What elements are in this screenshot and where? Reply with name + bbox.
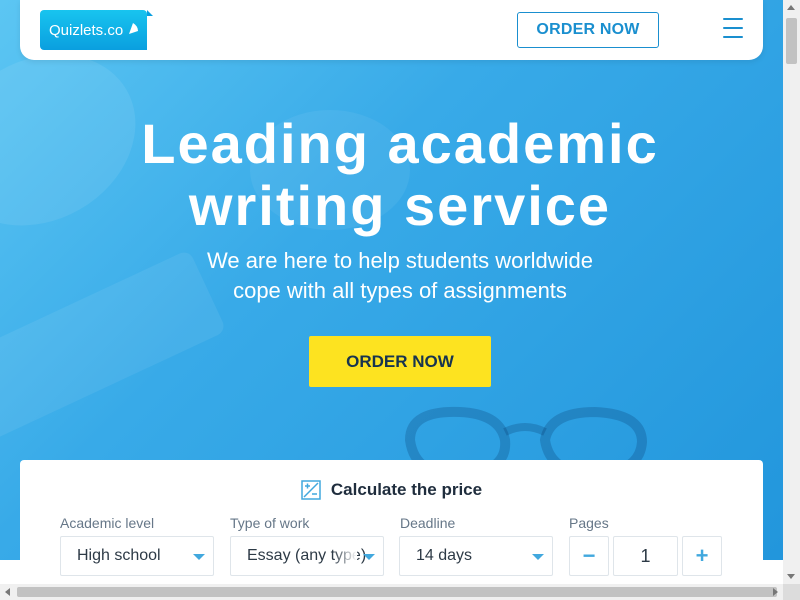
scrollbar-corner: [783, 584, 800, 600]
top-navbar: Quizlets.co ORDER NOW: [20, 0, 763, 60]
pages-decrement-button[interactable]: −: [569, 536, 609, 576]
calculator-header: Calculate the price: [20, 480, 763, 500]
calculator-icon: [301, 480, 321, 500]
hero-subtitle: We are here to help students worldwide c…: [206, 248, 594, 303]
scroll-up-icon[interactable]: [787, 5, 795, 10]
hero-order-now-button[interactable]: ORDER NOW: [309, 336, 491, 387]
chevron-down-icon: [363, 554, 375, 560]
horizontal-scrollbar[interactable]: [0, 584, 800, 600]
type-of-work-label: Type of work: [230, 515, 310, 531]
chevron-down-icon: [193, 554, 205, 560]
scroll-left-icon[interactable]: [5, 588, 10, 596]
scroll-down-icon[interactable]: [787, 574, 795, 579]
logo-bell-icon: [129, 23, 138, 34]
header-order-now-button[interactable]: ORDER NOW: [517, 12, 659, 48]
hamburger-menu-icon[interactable]: [723, 18, 743, 40]
hero-title: Leading academic writing service: [141, 112, 659, 237]
site-logo[interactable]: Quizlets.co: [40, 10, 153, 50]
academic-level-label: Academic level: [60, 515, 155, 531]
deadline-select[interactable]: 14 days: [399, 536, 553, 576]
calculator-title: Calculate the price: [330, 480, 483, 499]
vertical-scroll-thumb[interactable]: [786, 18, 797, 64]
pages-label: Pages: [569, 515, 609, 531]
pages-input[interactable]: 1: [613, 536, 678, 576]
deadline-label: Deadline: [400, 515, 456, 531]
vertical-scrollbar[interactable]: [783, 0, 800, 584]
chevron-down-icon: [532, 554, 544, 560]
price-calculator: Calculate the price Academic level High …: [20, 460, 763, 590]
pages-increment-button[interactable]: +: [682, 536, 722, 576]
scroll-right-icon[interactable]: [773, 588, 778, 596]
academic-level-select[interactable]: High school: [60, 536, 214, 576]
horizontal-scroll-thumb[interactable]: [17, 587, 777, 597]
type-of-work-select[interactable]: Essay (any type): [230, 536, 384, 576]
logo-tail: [147, 10, 153, 16]
logo-text: Quizlets.co: [49, 21, 124, 39]
